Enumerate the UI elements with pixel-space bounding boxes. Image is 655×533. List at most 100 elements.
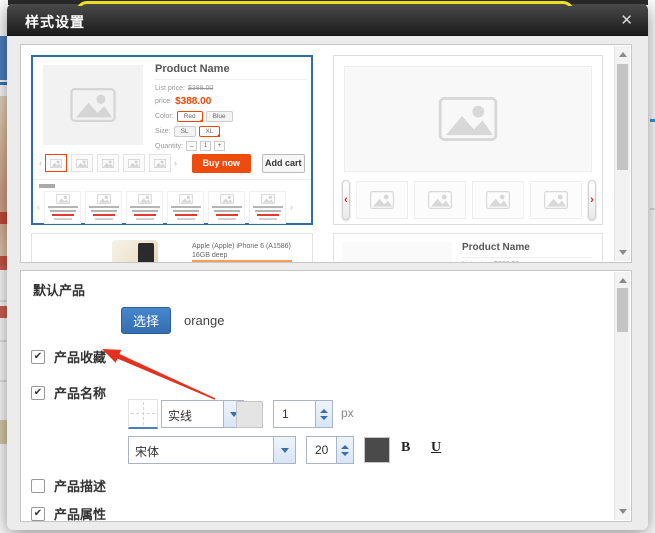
color-option-blue: Blue: [206, 111, 233, 122]
template-card-gallery[interactable]: ‹ ›: [333, 55, 603, 225]
checkbox-label-product-attributes: 产品属性: [54, 504, 106, 522]
dialog-title: 样式设置: [25, 12, 85, 32]
gallery-thumbnail-placeholder: [414, 181, 466, 219]
image-placeholder: [342, 242, 452, 263]
border-position-selector[interactable]: [128, 399, 158, 429]
checkbox-product-attributes[interactable]: ✔: [31, 507, 45, 521]
scroll-down-icon[interactable]: [619, 509, 627, 514]
border-color-swatch[interactable]: [236, 401, 263, 428]
related-product-card: [249, 191, 286, 224]
add-cart-button: Add cart: [262, 154, 305, 173]
preview-product-name: Product Name: [155, 63, 307, 80]
related-next-icon: ›: [290, 203, 293, 212]
thumbnail-placeholder: [149, 154, 171, 172]
template-card-iphone-list[interactable]: Apple (Apple) iPhone 6 (A1586) 16GB deep: [31, 233, 313, 263]
bold-toggle[interactable]: B: [401, 440, 410, 456]
image-placeholder-icon: [344, 66, 592, 172]
checkbox-product-name[interactable]: ✔: [31, 386, 45, 400]
selected-product-value: orange: [184, 313, 224, 328]
close-icon[interactable]: ✕: [620, 11, 633, 29]
border-style-select[interactable]: 实线: [161, 400, 244, 428]
scroll-up-icon[interactable]: [619, 52, 627, 57]
font-family-value: 宋体: [129, 437, 273, 463]
size-option-xl: XL: [199, 126, 221, 137]
gallery-thumbnail-placeholder: [356, 181, 408, 219]
background-page-right: [650, 0, 655, 533]
dropdown-button: [273, 437, 295, 463]
font-family-select[interactable]: 宋体: [128, 436, 296, 464]
templates-scrollbar[interactable]: [614, 46, 630, 261]
thumbnail-placeholder: [71, 154, 93, 172]
size-label: Size:: [155, 128, 171, 135]
template-preview-panel: Product Name List price: $388.00 price: …: [20, 44, 632, 263]
quantity-plus: +: [214, 141, 225, 151]
list-price-line: List price: $388.00: [462, 261, 519, 263]
chevron-down-icon: [281, 448, 289, 453]
gallery-thumbnail-placeholder: [530, 181, 582, 219]
template-card-product-detail-2[interactable]: Product Name List price: $388.00: [333, 233, 603, 263]
checkbox-label-product-name: 产品名称: [54, 383, 106, 402]
image-placeholder-icon: [43, 65, 143, 145]
list-price-label: List price:: [155, 85, 185, 92]
related-product-card: [208, 191, 245, 224]
border-width-value: 1: [274, 401, 315, 427]
choose-button[interactable]: 选择: [121, 307, 171, 334]
quantity-value: 1: [200, 141, 211, 151]
price-label: price:: [155, 98, 172, 105]
preview-product-info: Product Name List price: $388.00 price: …: [155, 63, 307, 155]
template-card-product-detail[interactable]: Product Name List price: $388.00 price: …: [31, 55, 313, 225]
spin-up-icon[interactable]: [320, 409, 328, 413]
gallery-thumbnails: [356, 181, 582, 219]
font-size-stepper[interactable]: 20: [306, 436, 354, 464]
dialog-titlebar: 样式设置 ✕: [7, 4, 648, 36]
detail-thumbnails: [45, 154, 171, 172]
thumbs-next-icon: ›: [174, 159, 177, 168]
underline-toggle[interactable]: U: [431, 440, 441, 456]
font-size-value: 20: [307, 437, 336, 463]
related-section-label-placeholder: [39, 184, 55, 188]
gallery-prev-button: ‹: [342, 180, 350, 220]
stepper-arrows: [315, 401, 332, 427]
color-option-red: Red: [177, 111, 203, 122]
thumbnail-placeholder: [97, 154, 119, 172]
style-settings-dialog: 样式设置 ✕ Product Name List price: $388.00 …: [7, 4, 648, 530]
preview-product-name: Product Name: [462, 242, 592, 258]
stepper-arrows: [336, 437, 353, 463]
scrollbar-thumb[interactable]: [617, 288, 628, 332]
gallery-next-button: ›: [588, 180, 596, 220]
iphone-photo: [112, 240, 158, 263]
quantity-minus: −: [186, 141, 197, 151]
unit-label: px: [341, 406, 354, 420]
thumbnail-placeholder: [123, 154, 145, 172]
font-color-swatch[interactable]: [364, 437, 390, 463]
thumbs-prev-icon: ‹: [39, 159, 42, 168]
related-prev-icon: ‹: [37, 203, 40, 212]
related-product-card: [167, 191, 204, 224]
quantity-label: Quantity:: [155, 143, 183, 150]
settings-scrollbar[interactable]: [614, 272, 630, 520]
scrollbar-thumb[interactable]: [617, 64, 628, 170]
price-value: $388.00: [175, 96, 211, 107]
scroll-up-icon[interactable]: [619, 278, 627, 283]
gallery-thumbnail-placeholder: [472, 181, 524, 219]
scroll-down-icon[interactable]: [619, 250, 627, 255]
related-product-card: [44, 191, 81, 224]
list-price-value: $388.00: [188, 85, 213, 92]
checkbox-label-product-favorite: 产品收藏: [54, 347, 106, 366]
default-product-label: 默认产品: [33, 280, 85, 299]
checkbox-label-product-description: 产品描述: [54, 476, 106, 495]
related-product-card: [85, 191, 122, 224]
border-width-stepper[interactable]: 1: [273, 400, 333, 428]
checkbox-product-favorite[interactable]: ✔: [31, 350, 45, 364]
border-style-value: 实线: [162, 401, 223, 427]
thumbnail-placeholder: [45, 154, 67, 172]
spin-down-icon[interactable]: [320, 416, 328, 420]
related-products-strip: ‹ ›: [33, 179, 311, 225]
iphone-card-title: Apple (Apple) iPhone 6 (A1586) 16GB deep: [192, 242, 310, 260]
iphone-card-price-fragment: [192, 260, 292, 263]
spin-down-icon[interactable]: [341, 452, 349, 456]
settings-panel: 默认产品 选择 orange ✔ 产品收藏 ✔ 产品名称 实线 1 px: [20, 270, 632, 522]
buy-now-button: Buy now: [192, 154, 251, 173]
spin-up-icon[interactable]: [341, 445, 349, 449]
checkbox-product-description[interactable]: [31, 479, 45, 493]
